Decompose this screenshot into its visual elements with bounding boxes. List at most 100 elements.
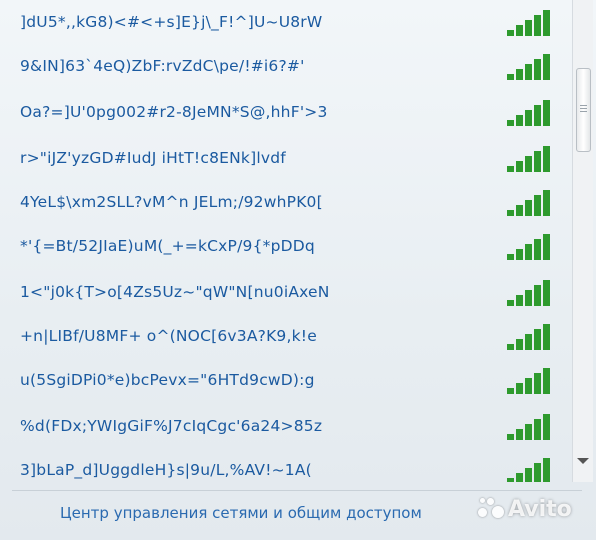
network-ssid: +n|LIBf/U8MF+ o^(NOC[6v3A?K9,k!e xyxy=(20,327,317,345)
signal-bar xyxy=(516,339,523,350)
signal-strength-icon xyxy=(507,54,550,80)
signal-bar xyxy=(543,100,550,126)
wireless-networks-panel: ]dU5*,,kG8)<#<+s]E}j\_F!^]U~U8rW 9&IN]63`… xyxy=(0,0,596,540)
signal-bar xyxy=(543,280,550,306)
signal-strength-icon xyxy=(507,414,550,440)
signal-bar xyxy=(534,373,541,394)
signal-bar xyxy=(507,210,514,216)
network-row[interactable]: ]dU5*,,kG8)<#<+s]E}j\_F!^]U~U8rW xyxy=(0,2,570,42)
signal-strength-icon xyxy=(507,280,550,306)
signal-bar xyxy=(507,74,514,80)
signal-bar xyxy=(516,295,523,306)
signal-bar xyxy=(534,285,541,306)
signal-bar xyxy=(543,414,550,440)
signal-bar xyxy=(507,254,514,260)
vertical-scrollbar[interactable] xyxy=(572,0,593,482)
signal-bar xyxy=(525,378,532,394)
network-ssid: 3]bLaP_d]UggdleH}s|9u/L,%AV!~1A( xyxy=(20,461,312,479)
signal-bar xyxy=(516,383,523,394)
signal-bar xyxy=(525,200,532,216)
scrollbar-thumb[interactable] xyxy=(576,68,591,152)
signal-bar xyxy=(543,458,550,482)
network-row[interactable]: *'{=Bt/52JIaE)uM(_+=kCxP/9{*pDDq xyxy=(0,226,570,266)
network-ssid: 1<"j0k{T>o[4Zs5Uz~"qW"N[nu0iAxeN xyxy=(20,283,330,301)
signal-bar xyxy=(534,239,541,260)
signal-bar xyxy=(507,300,514,306)
signal-bar xyxy=(516,25,523,36)
signal-strength-icon xyxy=(507,458,550,482)
thumb-grip-line xyxy=(580,105,587,106)
signal-bar xyxy=(543,234,550,260)
signal-bar xyxy=(516,205,523,216)
avito-logo-icon xyxy=(478,496,504,522)
thumb-grip-line xyxy=(580,108,587,109)
signal-bar xyxy=(525,468,532,482)
signal-bar xyxy=(516,115,523,126)
signal-bar xyxy=(525,64,532,80)
signal-bar xyxy=(525,244,532,260)
signal-bar xyxy=(516,429,523,440)
network-row[interactable]: 1<"j0k{T>o[4Zs5Uz~"qW"N[nu0iAxeN xyxy=(0,272,570,312)
signal-bar xyxy=(534,195,541,216)
separator xyxy=(12,490,582,491)
signal-strength-icon xyxy=(507,324,550,350)
thumb-grip-line xyxy=(580,111,587,112)
signal-bar xyxy=(525,20,532,36)
network-ssid: ]dU5*,,kG8)<#<+s]E}j\_F!^]U~U8rW xyxy=(20,13,323,31)
network-row[interactable]: 3]bLaP_d]UggdleH}s|9u/L,%AV!~1A( xyxy=(0,450,570,482)
network-ssid: 4YeL$\xm2SLL?vM^n JELm;/92whPK0[ xyxy=(20,193,323,211)
signal-bar xyxy=(516,249,523,260)
signal-bar xyxy=(507,344,514,350)
signal-strength-icon xyxy=(507,100,550,126)
signal-bar xyxy=(507,388,514,394)
signal-bar xyxy=(507,478,514,482)
network-row[interactable]: r>"iJZ'yzGD#IudJ iHtT!c8ENk]lvdf xyxy=(0,138,570,178)
signal-bar xyxy=(534,59,541,80)
signal-bar xyxy=(534,105,541,126)
network-ssid: *'{=Bt/52JIaE)uM(_+=kCxP/9{*pDDq xyxy=(20,237,315,255)
signal-bar xyxy=(534,15,541,36)
signal-bar xyxy=(507,30,514,36)
signal-bar xyxy=(516,69,523,80)
signal-strength-icon xyxy=(507,190,550,216)
network-sharing-center-link[interactable]: Центр управления сетями и общим доступом xyxy=(60,504,422,522)
signal-bar xyxy=(534,329,541,350)
network-ssid: r>"iJZ'yzGD#IudJ iHtT!c8ENk]lvdf xyxy=(20,149,286,167)
network-list: ]dU5*,,kG8)<#<+s]E}j\_F!^]U~U8rW 9&IN]63`… xyxy=(0,0,570,482)
network-ssid: u(5SgiDPi0*e)bcPevx="6HTd9cwD):g xyxy=(20,371,315,389)
signal-strength-icon xyxy=(507,234,550,260)
signal-strength-icon xyxy=(507,10,550,36)
avito-watermark: Avito xyxy=(478,496,572,522)
signal-strength-icon xyxy=(507,146,550,172)
signal-bar xyxy=(534,151,541,172)
network-ssid: 9&IN]63`4eQ)ZbF:rvZdC\pe/!#i6?#' xyxy=(20,57,305,75)
signal-bar xyxy=(525,156,532,172)
network-ssid: %d(FDx;YWIgGiF%J7cIqCgc'6a24>85z xyxy=(20,417,323,435)
signal-bar xyxy=(534,419,541,440)
network-ssid: Oa?=]U'0pg002#r2-8JeMN*S@,hhF'>3 xyxy=(20,103,328,121)
signal-bar xyxy=(525,110,532,126)
signal-bar xyxy=(507,166,514,172)
signal-bar xyxy=(525,424,532,440)
signal-bar xyxy=(543,324,550,350)
network-row[interactable]: u(5SgiDPi0*e)bcPevx="6HTd9cwD):g xyxy=(0,360,570,400)
scroll-down-arrow-icon[interactable] xyxy=(577,458,589,464)
watermark-text: Avito xyxy=(508,496,572,522)
network-row[interactable]: +n|LIBf/U8MF+ o^(NOC[6v3A?K9,k!e xyxy=(0,316,570,356)
signal-bar xyxy=(543,146,550,172)
signal-bar xyxy=(507,120,514,126)
signal-bar xyxy=(507,434,514,440)
network-row[interactable]: 4YeL$\xm2SLL?vM^n JELm;/92whPK0[ xyxy=(0,182,570,222)
signal-strength-icon xyxy=(507,368,550,394)
signal-bar xyxy=(516,161,523,172)
network-row[interactable]: 9&IN]63`4eQ)ZbF:rvZdC\pe/!#i6?#' xyxy=(0,46,570,86)
signal-bar xyxy=(543,190,550,216)
network-row[interactable]: %d(FDx;YWIgGiF%J7cIqCgc'6a24>85z xyxy=(0,406,570,446)
signal-bar xyxy=(543,10,550,36)
signal-bar xyxy=(534,463,541,482)
signal-bar xyxy=(543,368,550,394)
signal-bar xyxy=(516,473,523,482)
network-row[interactable]: Oa?=]U'0pg002#r2-8JeMN*S@,hhF'>3 xyxy=(0,92,570,132)
signal-bar xyxy=(525,334,532,350)
signal-bar xyxy=(525,290,532,306)
